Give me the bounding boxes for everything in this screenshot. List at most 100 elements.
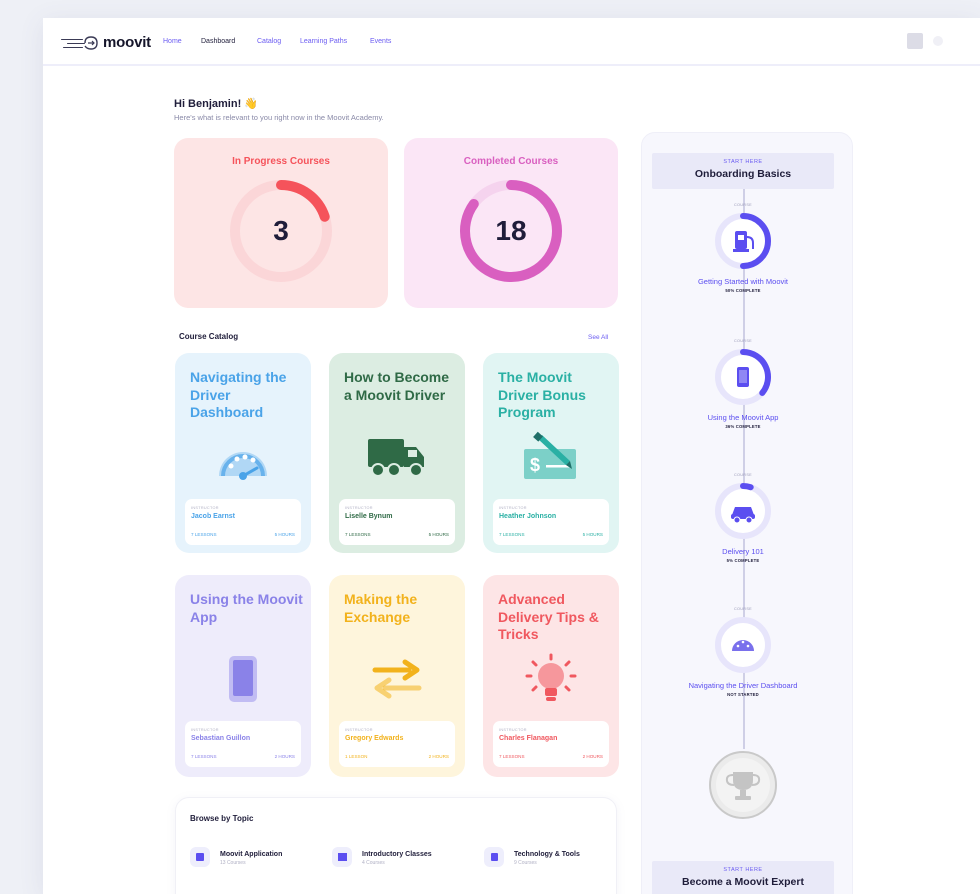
book-icon (332, 847, 352, 867)
path-start-header[interactable]: START HERE Onboarding Basics (652, 153, 834, 189)
instructor-name: Liselle Bynum (345, 513, 393, 520)
instructor-name: Jacob Earnst (191, 513, 235, 520)
node-progress-ring (713, 481, 773, 541)
see-all-link[interactable]: See All (588, 334, 608, 341)
instructor-label: INSTRUCTOR (345, 728, 373, 732)
topic-count: 4 Courses (362, 860, 385, 866)
node-tag: COURSE (733, 473, 753, 477)
user-avatar[interactable] (907, 33, 923, 49)
check-signing-icon: $ (483, 427, 619, 487)
trophy-icon (709, 751, 777, 819)
node-progress-ring (713, 347, 773, 407)
course-card[interactable]: Advanced Delivery Tips & Tricks INSTRUCTO… (483, 575, 619, 777)
node-status: NOT STARTED (727, 692, 759, 697)
topic-name: Introductory Classes (362, 851, 432, 858)
course-info-box: INSTRUCTOR Liselle Bynum 7 LESSONS 5 HOURS (339, 499, 455, 545)
stat-value: 18 (495, 215, 527, 246)
course-info-box: INSTRUCTOR Gregory Edwards 1 LESSON 2 HOURS (339, 721, 455, 767)
course-hours: 2 HOURS (428, 754, 449, 759)
topic-name: Technology & Tools (514, 851, 580, 858)
exchange-arrows-icon (329, 649, 465, 709)
instructor-name: Gregory Edwards (345, 735, 404, 742)
stat-label: In Progress Courses (232, 156, 330, 167)
node-tag: COURSE (733, 203, 753, 207)
nav-events[interactable]: Events (370, 38, 391, 45)
end-title: Become a Moovit Expert (682, 876, 804, 888)
brand-name: moovit (103, 34, 151, 51)
lesson-count: 7 LESSONS (191, 532, 217, 537)
course-hours: 5 HOURS (582, 532, 603, 537)
square-icon (190, 847, 210, 867)
browse-title: Browse by Topic (190, 814, 254, 823)
progress-ring: 18 (458, 178, 564, 284)
trophy-badge (708, 750, 778, 820)
topic-count: 13 Courses (220, 860, 246, 866)
course-card[interactable]: How to Become a Moovit Driver INSTRUCTOR L… (329, 353, 465, 553)
course-hours: 5 HOURS (428, 532, 449, 537)
greeting-title: Hi Benjamin! 👋 (174, 98, 258, 110)
nav-home[interactable]: Home (163, 38, 182, 45)
svg-text:$: $ (530, 455, 540, 475)
completed-courses-card[interactable]: Completed Courses 18 (404, 138, 618, 308)
logo-speed-lines-icon (61, 35, 101, 50)
course-hours: 2 HOURS (274, 754, 295, 759)
node-status: 36% COMPLETE (725, 424, 761, 429)
course-title: How to Become a Moovit Driver (344, 369, 450, 403)
instructor-name: Charles Flanagan (499, 735, 558, 742)
course-card[interactable]: Using the Moovit App INSTRUCTOR Sebastian … (175, 575, 311, 777)
top-navigation: moovit Home Dashboard Catalog Learning P… (43, 18, 980, 66)
node-title: Using the Moovit App (707, 413, 779, 422)
path-end-header[interactable]: START HERE Become a Moovit Expert (652, 861, 834, 894)
course-card[interactable]: Navigating the Driver Dashboard INSTRUCTO… (175, 353, 311, 553)
lightbulb-icon (483, 649, 619, 709)
start-title: Onboarding Basics (694, 168, 792, 180)
progress-ring: 3 (228, 178, 334, 284)
lesson-count: 1 LESSON (345, 754, 368, 759)
node-tag: COURSE (733, 339, 753, 343)
instructor-name: Heather Johnson (499, 513, 557, 520)
notification-icon[interactable] (933, 36, 943, 46)
instructor-label: INSTRUCTOR (499, 506, 527, 510)
course-title: Making the Exchange (344, 591, 418, 625)
course-info-box: INSTRUCTOR Jacob Earnst 7 LESSONS 5 HOURS (185, 499, 301, 545)
end-label: START HERE (723, 867, 763, 873)
instructor-label: INSTRUCTOR (499, 728, 527, 732)
delivery-truck-icon (329, 427, 465, 487)
lesson-count: 7 LESSONS (345, 532, 371, 537)
node-title: Navigating the Driver Dashboard (688, 681, 798, 690)
smartphone-icon (737, 367, 749, 387)
course-card[interactable]: The Moovit Driver Bonus Program $ INSTRUCT… (483, 353, 619, 553)
smartphone-icon (175, 649, 311, 709)
in-progress-courses-card[interactable]: In Progress Courses 3 (174, 138, 388, 308)
course-catalog-title: Course Catalog (179, 332, 239, 341)
topic-count: 9 Courses (514, 860, 537, 866)
node-title: Delivery 101 (722, 547, 764, 556)
stat-label: Completed Courses (463, 156, 559, 167)
nav-catalog[interactable]: Catalog (257, 38, 281, 45)
stat-value: 3 (273, 215, 289, 246)
node-progress-ring (713, 615, 773, 675)
instructor-label: INSTRUCTOR (345, 506, 373, 510)
course-title: Using the Moovit App (190, 591, 303, 625)
instructor-name: Sebastian Guillon (191, 735, 251, 742)
node-tag: COURSE (733, 607, 753, 611)
course-info-box: INSTRUCTOR Heather Johnson 7 LESSONS 5 HOUR… (493, 499, 609, 545)
document-icon (484, 847, 504, 867)
nav-dashboard[interactable]: Dashboard (201, 38, 235, 45)
course-title: Advanced Delivery Tips & Tricks (498, 591, 599, 642)
node-status: 50% COMPLETE (725, 288, 761, 293)
node-progress-ring (713, 211, 773, 271)
course-hours: 5 HOURS (274, 532, 295, 537)
brand-logo[interactable]: moovit (61, 34, 151, 51)
node-progress-arc (740, 482, 754, 491)
course-title: The Moovit Driver Bonus Program (498, 369, 586, 420)
course-card[interactable]: Making the Exchange INSTRUCTOR Gregory Edw… (329, 575, 465, 777)
node-status: 5% COMPLETE (726, 558, 760, 563)
greeting-subtitle: Here's what is relevant to you right now… (174, 113, 384, 122)
instructor-label: INSTRUCTOR (191, 506, 219, 510)
course-title: Navigating the Driver Dashboard (190, 369, 287, 420)
nav-learning-paths[interactable]: Learning Paths (300, 38, 347, 45)
course-info-box: INSTRUCTOR Sebastian Guillon 7 LESSONS 2 HO… (185, 721, 301, 767)
course-info-box: INSTRUCTOR Charles Flanagan 7 LESSONS 2 HOU… (493, 721, 609, 767)
start-label: START HERE (723, 159, 763, 165)
